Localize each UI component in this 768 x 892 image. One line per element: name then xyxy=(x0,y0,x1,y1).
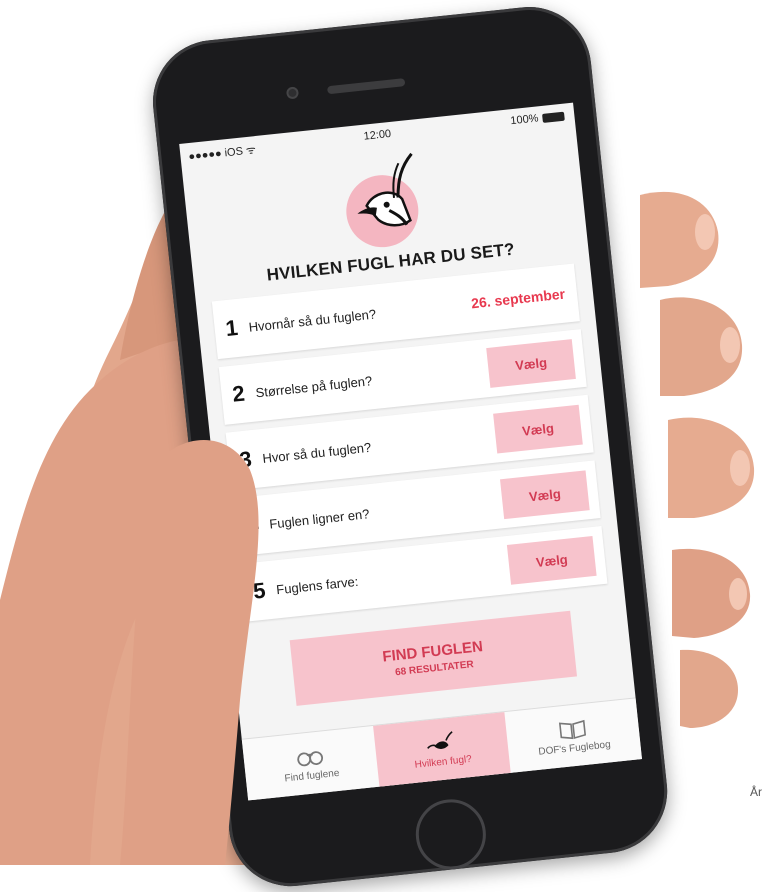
app-screen: ●●●●● iOS ᯤ 12:00 100% HVILKEN FUGL HAR … xyxy=(179,102,643,801)
tab-find-birds[interactable]: Find fuglene xyxy=(242,726,380,800)
tab-which-bird[interactable]: Hvilken fugl? xyxy=(373,712,511,788)
earpiece-speaker xyxy=(326,78,406,95)
phone-body: ●●●●● iOS ᯤ 12:00 100% HVILKEN FUGL HAR … xyxy=(146,0,674,892)
question-list: 1 Hvornår så du fuglen? 26. september 2 … xyxy=(211,263,609,629)
bird-icon xyxy=(427,731,453,749)
battery-icon xyxy=(541,111,565,123)
find-bird-button[interactable]: FIND FUGLEN 68 RESULTATER xyxy=(289,610,578,706)
row-label: Hvor så du fuglen? xyxy=(261,439,372,466)
tab-bird-book[interactable]: DOF's Fuglebog xyxy=(504,698,642,773)
tab-label: Find fuglene xyxy=(284,767,340,785)
phone: ●●●●● iOS ᯤ 12:00 100% HVILKEN FUGL HAR … xyxy=(146,0,703,892)
row-label: Fuglen ligner en? xyxy=(268,505,371,532)
cropped-caption: År xyxy=(750,785,762,799)
row-number: 2 xyxy=(231,380,247,407)
bird-logo-icon xyxy=(346,152,419,248)
home-button[interactable] xyxy=(412,795,490,873)
row-label: Fuglens farve: xyxy=(275,573,359,597)
front-camera xyxy=(285,86,300,100)
tab-label: DOF's Fuglebog xyxy=(537,739,612,758)
row-number: 4 xyxy=(245,511,260,539)
row-label: Størrelse på fuglen? xyxy=(254,372,373,400)
choose-location-button[interactable]: Vælg xyxy=(493,404,583,454)
binoculars-icon xyxy=(297,751,324,767)
row-label: Hvornår så du fuglen? xyxy=(247,305,377,335)
row-number: 5 xyxy=(251,577,267,604)
battery-status: 100% xyxy=(509,110,565,128)
choose-resembles-button[interactable]: Vælg xyxy=(500,470,590,520)
battery-percent: 100% xyxy=(509,112,540,128)
tab-bar: Find fuglene Hvilken fugl? DOF's Fuglebo… xyxy=(241,697,643,801)
row-number: 3 xyxy=(238,446,253,473)
choose-color-button[interactable]: Vælg xyxy=(506,535,597,585)
selected-date[interactable]: 26. september xyxy=(470,286,565,312)
tab-label: Hvilken fugl? xyxy=(414,753,473,771)
choose-size-button[interactable]: Vælg xyxy=(486,339,576,388)
row-number: 1 xyxy=(224,314,240,342)
book-icon xyxy=(558,719,587,740)
